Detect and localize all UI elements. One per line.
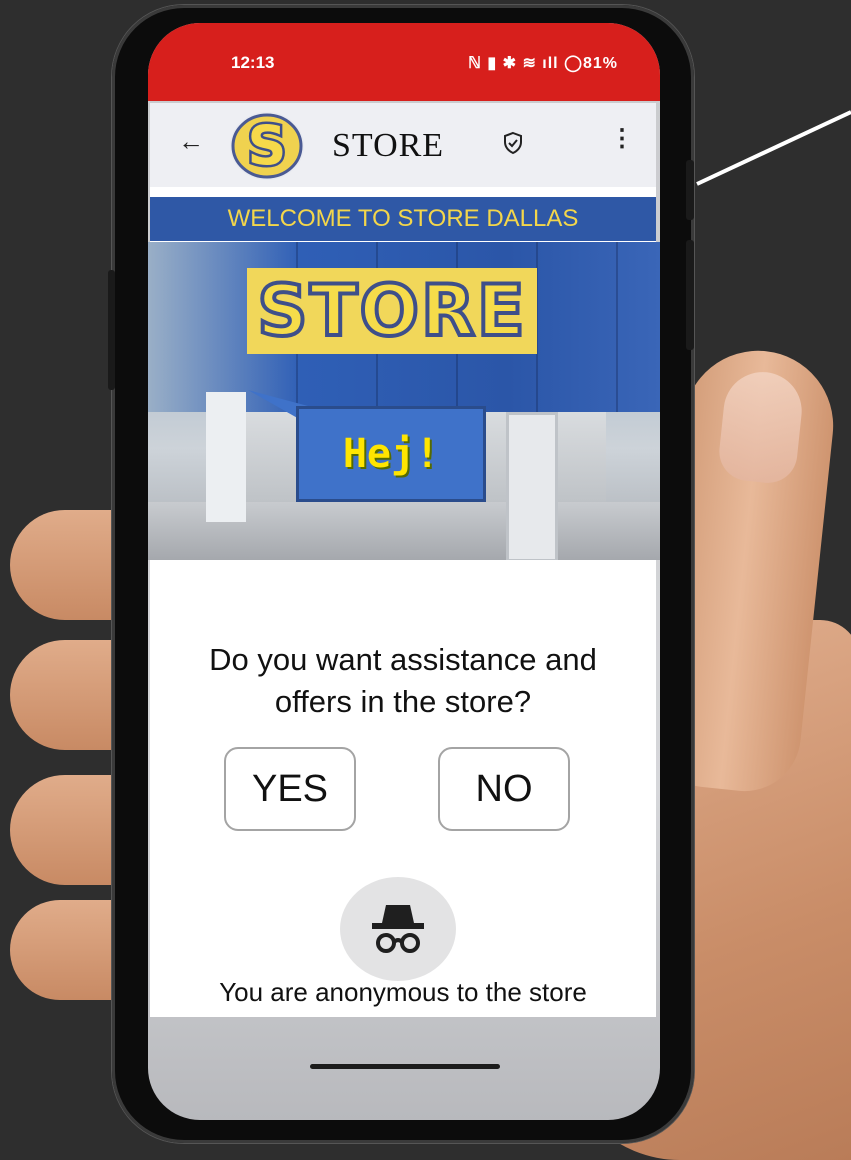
- home-indicator[interactable]: [310, 1064, 500, 1069]
- hero-pillar: [206, 392, 246, 522]
- question-line-1: Do you want assistance and: [209, 642, 597, 677]
- no-button[interactable]: NO: [438, 747, 570, 831]
- store-sign-text: STORE: [255, 268, 527, 354]
- page-content: WELCOME TO STORE DALLAS STORE Hej! Do yo…: [148, 187, 660, 1017]
- arrow-left-icon[interactable]: ←: [178, 128, 204, 154]
- incognito-badge: [340, 877, 456, 981]
- logo-letter: S: [248, 114, 287, 177]
- question-line-2: offers in the store?: [274, 684, 532, 719]
- phone-left-button: [108, 270, 115, 390]
- phone-screen: 12:13 ℕ ▮ ✱ ≋ ıll ◯81% ← S STORE ⋮ WELCO…: [148, 23, 660, 1120]
- store-sign: STORE: [247, 268, 537, 354]
- assistance-question: Do you want assistance and offers in the…: [150, 639, 656, 723]
- phone-volume-button: [686, 240, 694, 350]
- more-vert-icon[interactable]: ⋮: [610, 127, 634, 151]
- hero-panel-line: [616, 242, 618, 412]
- app-bar: ← S STORE ⋮: [150, 103, 656, 187]
- greeting-box: Hej!: [296, 406, 486, 502]
- app-title: STORE: [332, 127, 445, 164]
- store-logo-icon: S: [230, 112, 304, 180]
- incognito-icon: [372, 905, 424, 953]
- hero-kiosk: [506, 412, 558, 560]
- status-time: 12:13: [231, 53, 275, 72]
- status-bar: 12:13 ℕ ▮ ✱ ≋ ıll ◯81%: [148, 23, 660, 101]
- status-icons: ℕ ▮ ✱ ≋ ıll ◯81%: [468, 55, 618, 72]
- shield-check-icon[interactable]: [502, 131, 524, 160]
- phone-side-button: [686, 160, 694, 220]
- welcome-banner: WELCOME TO STORE DALLAS: [150, 197, 656, 241]
- greeting-bubble: Hej!: [248, 390, 486, 502]
- greeting-text: Hej!: [342, 431, 440, 477]
- yes-button[interactable]: YES: [224, 747, 356, 831]
- anonymous-notice: You are anonymous to the store: [219, 977, 587, 1007]
- store-hero-image: STORE Hej!: [148, 242, 660, 560]
